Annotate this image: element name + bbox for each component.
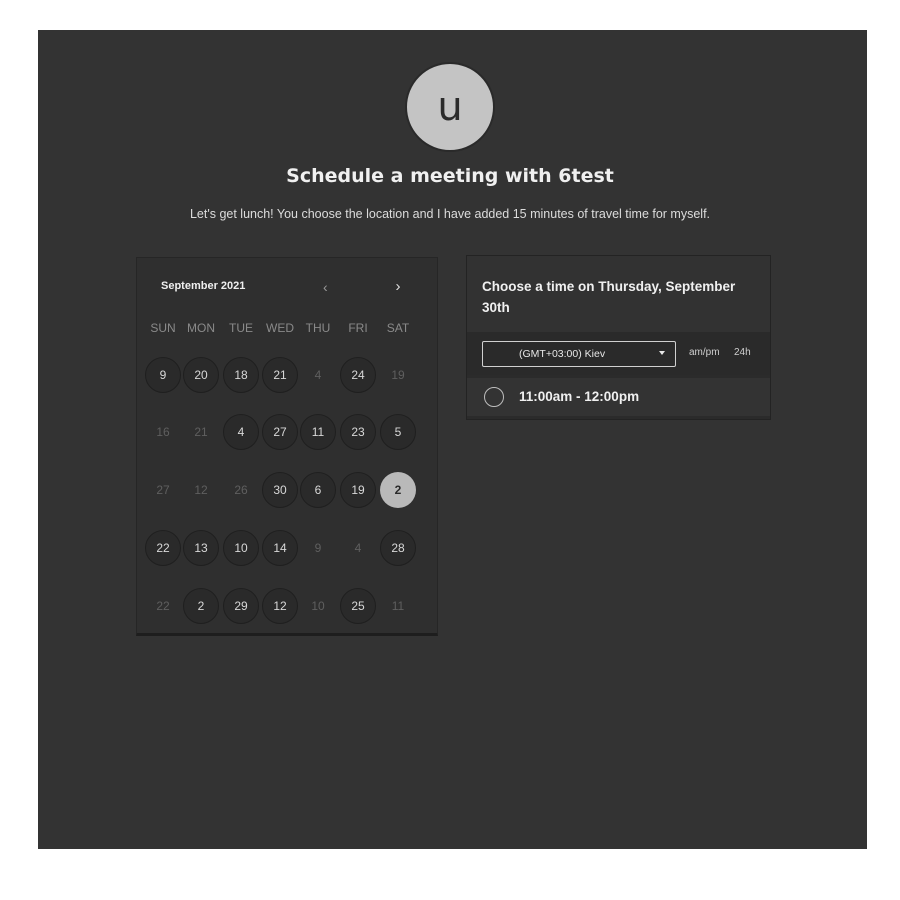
page-subtitle: Let's get lunch! You choose the location…: [189, 207, 711, 221]
calendar-day[interactable]: 24: [340, 357, 376, 393]
calendar-day[interactable]: 19: [340, 472, 376, 508]
calendar-day[interactable]: 23: [340, 414, 376, 450]
calendar-day: 27: [156, 483, 170, 497]
weekday-label: MON: [187, 321, 215, 335]
weekday-label: THU: [305, 321, 331, 335]
calendar-day[interactable]: 2: [183, 588, 219, 624]
calendar-day[interactable]: 30: [262, 472, 298, 508]
calendar-day[interactable]: 9: [145, 357, 181, 393]
time-picker-title: Choose a time on Thursday, September 30t…: [482, 279, 736, 315]
calendar-day: 26: [234, 483, 248, 497]
calendar-day: 10: [311, 599, 325, 613]
calendar-day[interactable]: 14: [262, 530, 298, 566]
weekday-label: SAT: [386, 321, 410, 335]
radio-icon[interactable]: [484, 387, 504, 407]
calendar-day[interactable]: 6: [300, 472, 336, 508]
calendar-day: 19: [391, 368, 405, 382]
calendar-month-label: September 2021: [161, 280, 246, 292]
format-ampm-toggle[interactable]: am/pm: [689, 347, 720, 358]
calendar-day[interactable]: 25: [340, 588, 376, 624]
timezone-select[interactable]: (GMT+03:00) Kiev: [482, 341, 676, 367]
chevron-right-icon[interactable]: ›: [387, 276, 409, 298]
calendar-day[interactable]: 11: [300, 414, 336, 450]
weekday-label: SUN: [150, 321, 176, 335]
format-24h-toggle[interactable]: 24h: [734, 347, 751, 358]
time-slot[interactable]: 11:00am - 12:00pm: [467, 378, 770, 416]
calendar-day: 4: [354, 541, 362, 555]
calendar-day[interactable]: 18: [223, 357, 259, 393]
calendar-day[interactable]: 28: [380, 530, 416, 566]
calendar-day-selected[interactable]: 2: [380, 472, 416, 508]
time-picker-header: Choose a time on Thursday, September 30t…: [467, 256, 770, 332]
calendar-day[interactable]: 13: [183, 530, 219, 566]
time-slot-label: 11:00am - 12:00pm: [519, 389, 640, 404]
calendar-day[interactable]: 5: [380, 414, 416, 450]
calendar-day[interactable]: 21: [262, 357, 298, 393]
calendar-day[interactable]: 12: [262, 588, 298, 624]
calendar-day: 16: [156, 425, 170, 439]
time-picker: Choose a time on Thursday, September 30t…: [466, 255, 771, 420]
weekday-label: TUE: [229, 321, 253, 335]
weekday-label: WED: [266, 321, 294, 335]
calendar-day: 21: [194, 425, 208, 439]
calendar-day[interactable]: 27: [262, 414, 298, 450]
calendar-day: 12: [194, 483, 208, 497]
calendar-day[interactable]: 20: [183, 357, 219, 393]
avatar: u: [405, 62, 495, 152]
calendar-day[interactable]: 22: [145, 530, 181, 566]
timezone-value: (GMT+03:00) Kiev: [519, 348, 606, 360]
page-title: Schedule a meeting with 6test: [286, 165, 614, 187]
calendar-day: 11: [391, 599, 405, 613]
calendar-day[interactable]: 4: [223, 414, 259, 450]
calendar: September 2021 ‹ › SUN MON TUE WED THU FRI SAT…: [136, 257, 438, 636]
calendar-day[interactable]: 29: [223, 588, 259, 624]
weekday-label: FRI: [348, 321, 368, 335]
calendar-day: 4: [314, 368, 322, 382]
avatar-initial: u: [437, 84, 463, 130]
chevron-left-icon[interactable]: ‹: [323, 279, 328, 295]
calendar-day: 22: [156, 599, 170, 613]
timezone-row: (GMT+03:00) Kiev am/pm 24h: [467, 332, 770, 375]
calendar-day: 9: [314, 541, 322, 555]
caret-down-icon: [659, 351, 665, 355]
calendar-day[interactable]: 10: [223, 530, 259, 566]
